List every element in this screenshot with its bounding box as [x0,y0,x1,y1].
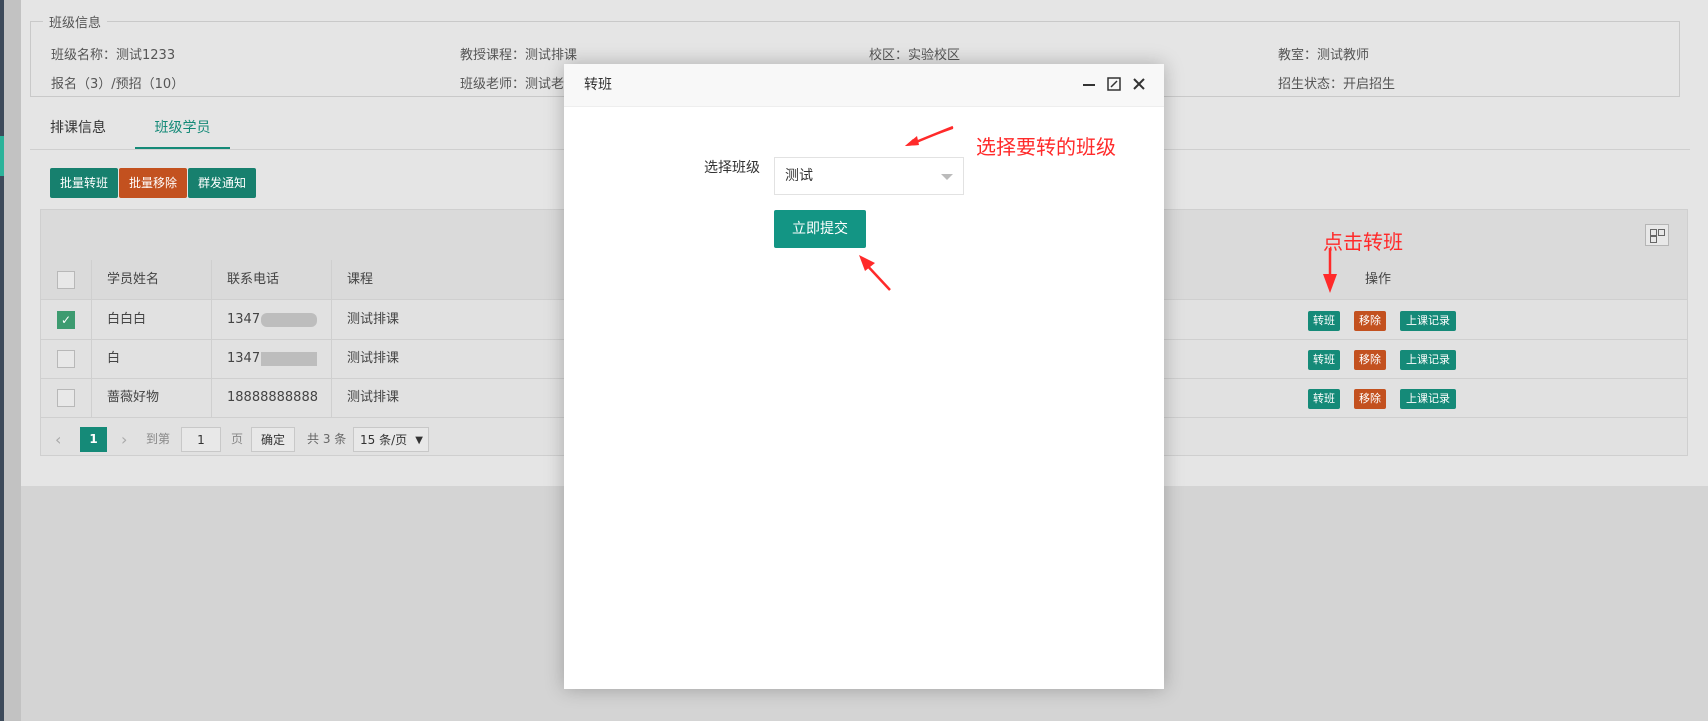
phone-redaction [261,312,318,327]
student-course: 测试排课 [347,312,400,327]
recruit-status: 招生状态：开启招生 [1278,77,1396,92]
header-name: 学员姓名 [107,272,160,287]
class-name: 班级名称：测试1233 [51,48,176,63]
total-count: 共 3 条 [307,432,347,446]
remove-button[interactable]: 移除 [1354,311,1386,331]
class-records-button[interactable]: 上课记录 [1400,311,1456,331]
campus: 校区：实验校区 [869,48,961,63]
goto-label: 到第 [146,432,171,446]
arrow-to-transfer-icon [1323,248,1337,293]
per-page-value: 15 条/页 [360,433,408,447]
dialog-header: 转班 [564,64,1164,107]
student-phone: 18888888888 [227,390,318,405]
dialog-title: 转班 [584,77,612,93]
batch-remove-button[interactable]: 批量移除 [119,168,187,198]
maximize-icon[interactable] [1105,75,1123,93]
header-phone: 联系电话 [227,272,280,287]
row-checkbox[interactable]: ✓ [57,311,75,329]
class-teacher: 班级老师：测试老 [460,77,565,92]
page-input[interactable]: 1 [181,427,221,452]
student-phone: 1347 [227,339,318,378]
arrow-to-submit-icon [859,255,891,291]
student-name: 白 [107,351,121,366]
caret-down-icon: ▼ [415,435,423,446]
student-name: 蔷薇好物 [107,390,160,405]
select-all-checkbox[interactable] [57,271,75,289]
batch-transfer-button[interactable]: 批量转班 [50,168,118,198]
annotation-select-hint: 选择要转的班级 [976,135,1116,159]
course-name: 教授课程：测试排课 [460,48,578,63]
phone-prefix: 1347 [227,312,261,327]
close-icon[interactable] [1130,75,1148,93]
sidebar-edge [0,0,4,721]
student-name: 白白白 [107,312,147,327]
transfer-button[interactable]: 转班 [1308,311,1340,331]
remove-button[interactable]: 移除 [1354,350,1386,370]
prev-page-icon[interactable]: ‹ [55,427,67,452]
current-page[interactable]: 1 [80,427,107,452]
minimize-icon[interactable] [1080,75,1098,93]
group-notify-button[interactable]: 群发通知 [188,168,256,198]
class-info-legend: 班级信息 [49,16,102,31]
per-page-select[interactable]: 15 条/页 ▼ [353,427,429,452]
submit-button[interactable]: 立即提交 [774,210,866,248]
left-sidebar-strip [0,0,21,721]
column-filter-icon[interactable] [1645,224,1669,246]
sidebar-active-marker [0,136,4,176]
class-select-value: 测试 [785,168,813,184]
phone-prefix: 1347 [227,351,261,366]
remove-button[interactable]: 移除 [1354,389,1386,409]
page-unit-label: 页 [231,432,244,446]
student-course: 测试排课 [347,351,400,366]
enroll-count: 报名（3）/预招（10） [51,77,185,92]
student-course: 测试排课 [347,390,400,405]
row-checkbox[interactable] [57,389,75,407]
transfer-button[interactable]: 转班 [1308,389,1340,409]
class-records-button[interactable]: 上课记录 [1400,389,1456,409]
header-ops: 操作 [1365,272,1392,287]
classroom: 教室：测试教师 [1278,48,1370,63]
select-class-label: 选择班级 [704,160,760,176]
header-course: 课程 [347,272,374,287]
next-page-icon[interactable]: › [121,427,133,452]
caret-down-icon [941,174,953,180]
student-phone: 1347 [227,300,318,339]
tab-schedule-info[interactable]: 排课信息 [50,113,120,149]
row-checkbox[interactable] [57,350,75,368]
goto-confirm-button[interactable]: 确定 [251,427,295,452]
phone-redaction [261,351,318,366]
tab-class-students[interactable]: 班级学员 [135,113,230,149]
transfer-button[interactable]: 转班 [1308,350,1340,370]
class-select[interactable]: 测试 [774,157,964,195]
class-records-button[interactable]: 上课记录 [1400,350,1456,370]
arrow-to-select-icon [905,125,954,146]
